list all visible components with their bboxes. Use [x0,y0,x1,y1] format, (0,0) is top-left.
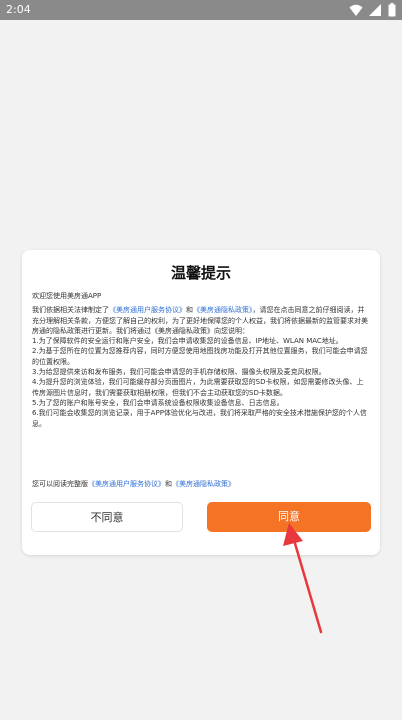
wifi-icon [349,4,363,16]
list-item: 2.为基于您所在的位置为您推荐内容，同时方便您使用地图找房功能及打开其他位置服务… [32,347,368,366]
decline-button[interactable]: 不同意 [31,502,183,532]
status-icons [349,3,396,17]
user-agreement-link[interactable]: 《美房通用户服务协议》 [109,306,186,314]
footer-privacy-policy-link[interactable]: 《美房通隐私政策》 [172,480,235,488]
footer-user-agreement-link[interactable]: 《美房通用户服务协议》 [88,480,165,488]
list-item: 6.我们可能会收集您的浏览记录，用于APP体验优化与改进，我们将采取严格的安全技… [32,409,367,428]
list-item: 4.为提升您的浏览体验，我们可能缓存部分页面图片，为此需要获取您的SD卡权限，如… [32,378,364,397]
signal-icon [369,4,381,16]
agree-button[interactable]: 同意 [207,502,371,532]
dialog-title: 温馨提示 [170,264,231,282]
privacy-dialog: 温馨提示 欢迎您使用美房通APP 我们依据相关法律制定了《美房通用户服务协议》和… [22,250,380,555]
privacy-policy-link[interactable]: 《美房通隐私政策》 [193,306,253,314]
list-item: 1.为了保障软件的安全运行和账户安全，我们会申请收集您的设备信息、IP地址、WL… [32,337,343,346]
status-bar: 2:04 [0,0,402,20]
dialog-footer: 您可以阅读完整版《美房通用户服务协议》和《美房通隐私政策》 [32,479,370,489]
battery-icon [388,3,396,17]
list-item: 3.为给您提供来访和发布服务，我们可能会申请您的手机存储权限、摄像头权限及麦克风… [32,368,326,377]
dialog-body: 欢迎您使用美房通APP 我们依据相关法律制定了《美房通用户服务协议》和《美房通隐… [32,291,370,487]
intro-mid: 和 [186,306,193,315]
intro-paragraph: 我们依据相关法律制定了《美房通用户服务协议》和《美房通隐私政策》，请您在点击同意… [32,305,370,336]
footer-before: 您可以阅读完整版 [32,480,88,488]
greeting-text: 欢迎您使用美房通APP [32,292,102,300]
status-time: 2:04 [6,3,31,16]
list-item: 5.为了您的账户和账号安全，我们会申请系统设备权限收集设备信息、日志信息。 [32,398,284,407]
intro-before: 我们依据相关法律制定了 [32,306,109,315]
footer-mid: 和 [165,480,172,488]
